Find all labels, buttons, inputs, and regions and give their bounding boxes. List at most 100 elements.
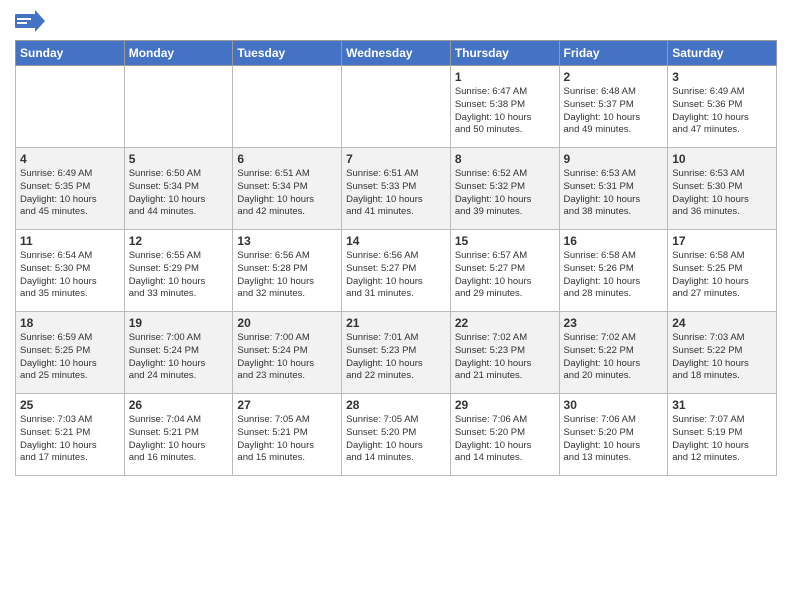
- day-info: Sunrise: 6:51 AM Sunset: 5:33 PM Dayligh…: [346, 168, 446, 219]
- day-number: 2: [564, 70, 664, 84]
- day-number: 3: [672, 70, 772, 84]
- day-number: 10: [672, 152, 772, 166]
- weekday-header-sunday: Sunday: [16, 41, 125, 66]
- calendar-cell: 6 Sunrise: 6:51 AM Sunset: 5:34 PM Daylig…: [233, 148, 342, 230]
- day-info: Sunrise: 6:53 AM Sunset: 5:31 PM Dayligh…: [564, 168, 664, 219]
- day-number: 9: [564, 152, 664, 166]
- calendar-cell: 11 Sunrise: 6:54 AM Sunset: 5:30 PM Dayli…: [16, 230, 125, 312]
- day-info: Sunrise: 6:53 AM Sunset: 5:30 PM Dayligh…: [672, 168, 772, 219]
- calendar-cell: [124, 66, 233, 148]
- calendar-cell: 21Sunrise: 7:01 AM Sunset: 5:23 PM Dayli…: [342, 312, 451, 394]
- day-number: 19: [129, 316, 229, 330]
- calendar-cell: [16, 66, 125, 148]
- day-number: 13: [237, 234, 337, 248]
- day-number: 25: [20, 398, 120, 412]
- day-number: 30: [564, 398, 664, 412]
- calendar-cell: 15 Sunrise: 6:57 AM Sunset: 5:27 PM Dayli…: [450, 230, 559, 312]
- calendar-cell: 4Sunrise: 6:49 AM Sunset: 5:35 PM Daylig…: [16, 148, 125, 230]
- weekday-header-wednesday: Wednesday: [342, 41, 451, 66]
- calendar-cell: 10 Sunrise: 6:53 AM Sunset: 5:30 PM Dayli…: [668, 148, 777, 230]
- day-number: 29: [455, 398, 555, 412]
- week-row-1: 1 Sunrise: 6:47 AM Sunset: 5:38 PM Daylig…: [16, 66, 777, 148]
- calendar-cell: 20 Sunrise: 7:00 AM Sunset: 5:24 PM Dayli…: [233, 312, 342, 394]
- day-info: Sunrise: 7:01 AM Sunset: 5:23 PM Dayligh…: [346, 332, 446, 383]
- day-info: Sunrise: 6:54 AM Sunset: 5:30 PM Dayligh…: [20, 250, 120, 301]
- calendar-cell: 3 Sunrise: 6:49 AM Sunset: 5:36 PM Daylig…: [668, 66, 777, 148]
- day-info: Sunrise: 7:05 AM Sunset: 5:21 PM Dayligh…: [237, 414, 337, 465]
- day-info: Sunrise: 7:02 AM Sunset: 5:23 PM Dayligh…: [455, 332, 555, 383]
- day-info: Sunrise: 6:50 AM Sunset: 5:34 PM Dayligh…: [129, 168, 229, 219]
- weekday-header-friday: Friday: [559, 41, 668, 66]
- day-info: Sunrise: 6:59 AM Sunset: 5:25 PM Dayligh…: [20, 332, 120, 383]
- weekday-header-saturday: Saturday: [668, 41, 777, 66]
- day-info: Sunrise: 7:04 AM Sunset: 5:21 PM Dayligh…: [129, 414, 229, 465]
- calendar-cell: 18 Sunrise: 6:59 AM Sunset: 5:25 PM Dayli…: [16, 312, 125, 394]
- calendar-cell: 5Sunrise: 6:50 AM Sunset: 5:34 PM Daylig…: [124, 148, 233, 230]
- day-number: 7: [346, 152, 446, 166]
- day-info: Sunrise: 6:47 AM Sunset: 5:38 PM Dayligh…: [455, 86, 555, 137]
- day-info: Sunrise: 7:03 AM Sunset: 5:22 PM Dayligh…: [672, 332, 772, 383]
- page-header: [15, 10, 777, 32]
- calendar-cell: 2 Sunrise: 6:48 AM Sunset: 5:37 PM Daylig…: [559, 66, 668, 148]
- day-number: 6: [237, 152, 337, 166]
- day-info: Sunrise: 7:07 AM Sunset: 5:19 PM Dayligh…: [672, 414, 772, 465]
- calendar-cell: 16 Sunrise: 6:58 AM Sunset: 5:26 PM Dayli…: [559, 230, 668, 312]
- day-number: 1: [455, 70, 555, 84]
- day-info: Sunrise: 7:03 AM Sunset: 5:21 PM Dayligh…: [20, 414, 120, 465]
- day-info: Sunrise: 7:00 AM Sunset: 5:24 PM Dayligh…: [237, 332, 337, 383]
- day-info: Sunrise: 6:56 AM Sunset: 5:27 PM Dayligh…: [346, 250, 446, 301]
- day-number: 4: [20, 152, 120, 166]
- calendar-cell: 17 Sunrise: 6:58 AM Sunset: 5:25 PM Dayli…: [668, 230, 777, 312]
- day-number: 12: [129, 234, 229, 248]
- calendar-cell: 22 Sunrise: 7:02 AM Sunset: 5:23 PM Dayli…: [450, 312, 559, 394]
- day-info: Sunrise: 6:57 AM Sunset: 5:27 PM Dayligh…: [455, 250, 555, 301]
- calendar-table: SundayMondayTuesdayWednesdayThursdayFrid…: [15, 40, 777, 476]
- calendar-cell: 13 Sunrise: 6:56 AM Sunset: 5:28 PM Dayli…: [233, 230, 342, 312]
- weekday-header-tuesday: Tuesday: [233, 41, 342, 66]
- day-info: Sunrise: 7:02 AM Sunset: 5:22 PM Dayligh…: [564, 332, 664, 383]
- day-info: Sunrise: 7:00 AM Sunset: 5:24 PM Dayligh…: [129, 332, 229, 383]
- calendar-cell: 29 Sunrise: 7:06 AM Sunset: 5:20 PM Dayli…: [450, 394, 559, 476]
- calendar-cell: 26 Sunrise: 7:04 AM Sunset: 5:21 PM Dayli…: [124, 394, 233, 476]
- day-info: Sunrise: 6:56 AM Sunset: 5:28 PM Dayligh…: [237, 250, 337, 301]
- day-info: Sunrise: 6:52 AM Sunset: 5:32 PM Dayligh…: [455, 168, 555, 219]
- calendar-cell: 19 Sunrise: 7:00 AM Sunset: 5:24 PM Dayli…: [124, 312, 233, 394]
- day-info: Sunrise: 7:06 AM Sunset: 5:20 PM Dayligh…: [455, 414, 555, 465]
- calendar-cell: 28Sunrise: 7:05 AM Sunset: 5:20 PM Dayli…: [342, 394, 451, 476]
- day-number: 27: [237, 398, 337, 412]
- day-info: Sunrise: 6:55 AM Sunset: 5:29 PM Dayligh…: [129, 250, 229, 301]
- day-number: 31: [672, 398, 772, 412]
- day-number: 26: [129, 398, 229, 412]
- day-number: 18: [20, 316, 120, 330]
- day-info: Sunrise: 6:58 AM Sunset: 5:25 PM Dayligh…: [672, 250, 772, 301]
- day-info: Sunrise: 6:51 AM Sunset: 5:34 PM Dayligh…: [237, 168, 337, 219]
- calendar-cell: 31 Sunrise: 7:07 AM Sunset: 5:19 PM Dayli…: [668, 394, 777, 476]
- day-number: 11: [20, 234, 120, 248]
- weekday-header-row: SundayMondayTuesdayWednesdayThursdayFrid…: [16, 41, 777, 66]
- logo-icon: [15, 10, 45, 32]
- calendar-cell: [342, 66, 451, 148]
- week-row-2: 4Sunrise: 6:49 AM Sunset: 5:35 PM Daylig…: [16, 148, 777, 230]
- weekday-header-thursday: Thursday: [450, 41, 559, 66]
- day-number: 16: [564, 234, 664, 248]
- day-number: 14: [346, 234, 446, 248]
- calendar-cell: 30 Sunrise: 7:06 AM Sunset: 5:20 PM Dayli…: [559, 394, 668, 476]
- day-info: Sunrise: 6:49 AM Sunset: 5:36 PM Dayligh…: [672, 86, 772, 137]
- calendar-cell: 1 Sunrise: 6:47 AM Sunset: 5:38 PM Daylig…: [450, 66, 559, 148]
- calendar-cell: 12 Sunrise: 6:55 AM Sunset: 5:29 PM Dayli…: [124, 230, 233, 312]
- calendar-cell: 7 Sunrise: 6:51 AM Sunset: 5:33 PM Daylig…: [342, 148, 451, 230]
- day-info: Sunrise: 7:05 AM Sunset: 5:20 PM Dayligh…: [346, 414, 446, 465]
- week-row-3: 11 Sunrise: 6:54 AM Sunset: 5:30 PM Dayli…: [16, 230, 777, 312]
- week-row-5: 25 Sunrise: 7:03 AM Sunset: 5:21 PM Dayli…: [16, 394, 777, 476]
- day-number: 22: [455, 316, 555, 330]
- day-info: Sunrise: 7:06 AM Sunset: 5:20 PM Dayligh…: [564, 414, 664, 465]
- calendar-cell: [233, 66, 342, 148]
- day-info: Sunrise: 6:48 AM Sunset: 5:37 PM Dayligh…: [564, 86, 664, 137]
- logo: [15, 10, 49, 32]
- day-number: 23: [564, 316, 664, 330]
- day-number: 15: [455, 234, 555, 248]
- day-number: 17: [672, 234, 772, 248]
- calendar-cell: 23 Sunrise: 7:02 AM Sunset: 5:22 PM Dayli…: [559, 312, 668, 394]
- day-number: 20: [237, 316, 337, 330]
- day-info: Sunrise: 6:58 AM Sunset: 5:26 PM Dayligh…: [564, 250, 664, 301]
